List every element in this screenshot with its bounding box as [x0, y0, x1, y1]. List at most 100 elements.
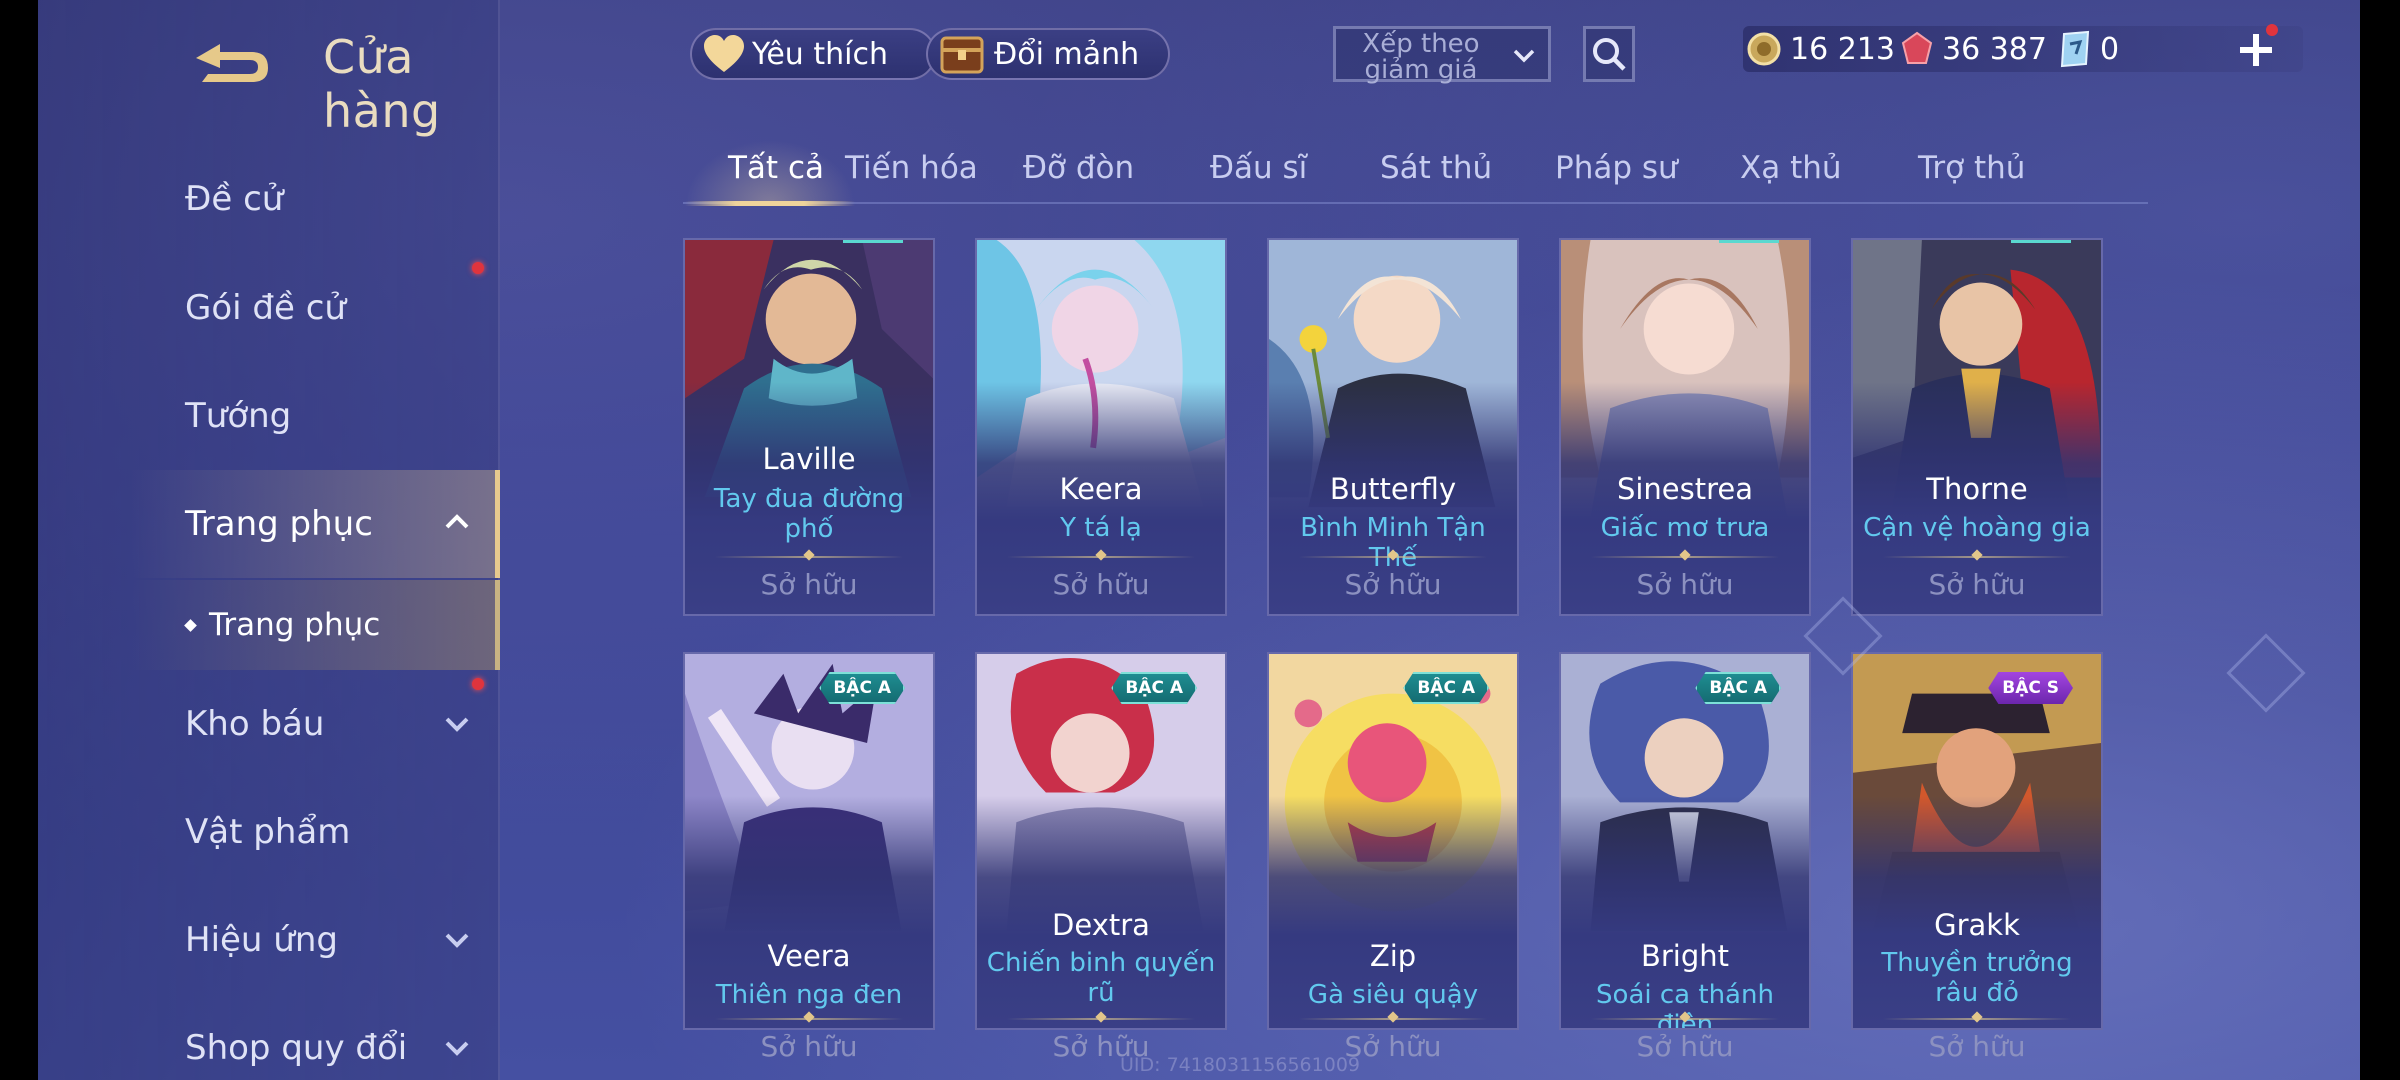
tab-evolution[interactable]: Tiến hóa [845, 150, 978, 186]
voucher-amount: 0 [2100, 31, 2120, 67]
owned-status: Sở hữu [1052, 568, 1150, 601]
tab-mage[interactable]: Pháp sư [1555, 150, 1678, 186]
hero-name: Bright [1640, 939, 1730, 973]
search-button[interactable] [1583, 26, 1635, 82]
skin-card[interactable]: Keera Y tá lạ Sở hữu [975, 238, 1227, 616]
hero-name: Sinestrea [1616, 472, 1754, 506]
skin-card[interactable]: Butterfly Bình Minh Tận Thế Sở hữu [1267, 238, 1519, 616]
skin-name: Thuyền trưởng râu đỏ [1881, 948, 2073, 1008]
hero-name: Grakk [1934, 908, 2020, 942]
tab-assassin[interactable]: Sát thủ [1380, 150, 1492, 186]
sidebar-item-treasure[interactable]: Kho báu [38, 672, 500, 776]
gold-currency: 16 213 [1746, 28, 1895, 70]
skin-card[interactable]: Sinestrea Giấc mơ trưa Sở hữu [1559, 238, 1811, 616]
rank-badge: BẬC A [1695, 672, 1781, 704]
owned-status: Sở hữu [1344, 568, 1442, 601]
sidebar-item-label: Vật phẩm [185, 812, 351, 852]
chevron-up-icon [445, 514, 469, 529]
hero-name: Thorne [1926, 472, 2028, 506]
card-divider [1883, 556, 2071, 558]
skin-name: Bình Minh Tận Thế [1300, 513, 1486, 573]
page-title: Cửa hàng [323, 30, 441, 138]
hero-name: Laville [762, 442, 856, 476]
active-tab-underline [685, 201, 855, 206]
sidebar-item-label: Trang phục [185, 504, 373, 544]
sort-dropdown[interactable]: Xếp theo giảm giá [1333, 26, 1551, 85]
sidebar-item-skins[interactable]: Trang phục [38, 470, 500, 578]
skin-name: Y tá lạ [1060, 513, 1142, 543]
screen-edge-left [0, 0, 38, 1080]
skin-name: Chiến binh quyến rũ [986, 948, 1216, 1008]
sidebar-subitem-label: Trang phục [209, 607, 381, 643]
hero-name: Zip [1369, 939, 1417, 973]
search-icon [1593, 38, 1626, 71]
exchange-shards-label: Đổi mảnh [994, 36, 1140, 72]
sidebar-item-label: Gói đề cử [185, 288, 346, 328]
user-id: UID: 7418031156561009 [1120, 1054, 1360, 1076]
skin-card[interactable]: Thorne Cận vệ hoàng gia Sở hữu [1851, 238, 2103, 616]
back-button[interactable] [188, 30, 278, 90]
skin-card[interactable]: Laville Tay đua đường phố Sở hữu [683, 238, 935, 616]
ruby-gem-icon [1901, 31, 1933, 64]
favorite-button[interactable]: Yêu thích [690, 28, 936, 80]
sidebar-item-label: Kho báu [185, 704, 325, 744]
sidebar-item-items[interactable]: Vật phẩm [38, 780, 500, 884]
sidebar-item-label: Shop quy đổi [185, 1028, 408, 1068]
owned-status: Sở hữu [1636, 568, 1734, 601]
sort-dropdown-label: Xếp theo giảm giá [1362, 29, 1480, 85]
sidebar-item-recommended[interactable]: Đề cử [38, 147, 500, 251]
card-divider [1299, 556, 1487, 558]
add-currency-button[interactable] [2236, 30, 2276, 70]
screen-edge-right [2360, 0, 2400, 1080]
back-arrow-icon [196, 44, 268, 82]
tab-support[interactable]: Trợ thủ [1918, 150, 2025, 186]
shop-screen: Cửa hàng Đề cử Gói đề cử Tướng Trang phụ… [38, 0, 2360, 1080]
notification-dot [2266, 24, 2278, 36]
tab-tank[interactable]: Đỡ đòn [1023, 150, 1134, 186]
sidebar-item-exchange-shop[interactable]: Shop quy đổi [38, 996, 500, 1080]
diamond-icon [184, 618, 197, 632]
skin-card[interactable]: BẬC A Veera Thiên nga đen [683, 652, 935, 1030]
skin-card[interactable]: BẬC S Grakk Thuyền trưởng râu đỏ [1851, 652, 2103, 1030]
owned-status: Sở hữu [760, 1030, 858, 1063]
category-tabs: Tất cả Tiến hóa Đỡ đòn Đấu sĩ Sát thủ Ph… [683, 140, 2148, 206]
voucher-currency: 0 [2058, 28, 2119, 70]
gold-coin-icon [1747, 32, 1781, 66]
card-divider [1591, 1018, 1779, 1020]
sidebar: Cửa hàng Đề cử Gói đề cử Tướng Trang phụ… [38, 0, 500, 1080]
tab-all[interactable]: Tất cả [728, 150, 824, 186]
card-topline [2011, 240, 2071, 243]
card-divider [715, 1018, 903, 1020]
skin-name: Tay đua đường phố [713, 484, 905, 544]
sidebar-item-label: Hiệu ứng [185, 920, 338, 960]
favorite-label: Yêu thích [752, 36, 888, 72]
card-divider [1007, 1018, 1195, 1020]
skin-card[interactable]: BẬC A Dextra Chiến binh quyến rũ [975, 652, 1227, 1030]
sidebar-item-effects[interactable]: Hiệu ứng [38, 888, 500, 992]
sidebar-item-bundles[interactable]: Gói đề cử [38, 256, 500, 360]
chevron-down-icon [445, 933, 469, 948]
ruby-amount: 36 387 [1942, 31, 2047, 67]
sidebar-item-heroes[interactable]: Tướng [38, 364, 500, 468]
exchange-shards-button[interactable]: Đổi mảnh [926, 28, 1170, 80]
hero-name: Veera [767, 939, 851, 973]
tab-marksman[interactable]: Xạ thủ [1740, 150, 1842, 186]
chevron-down-icon [445, 1041, 469, 1056]
skin-name: Cận vệ hoàng gia [1863, 513, 2091, 543]
rank-badge: BẬC S [1988, 672, 2073, 704]
skin-card[interactable]: BẬC A Bright Soái ca thánh điện [1559, 652, 1811, 1030]
card-divider [1299, 1018, 1487, 1020]
owned-status: Sở hữu [1636, 1030, 1734, 1063]
notification-dot [472, 262, 484, 274]
notification-dot [472, 678, 484, 690]
hero-name: Keera [1059, 472, 1143, 506]
card-divider [1007, 556, 1195, 558]
card-divider [715, 556, 903, 558]
card-divider [1591, 556, 1779, 558]
card-topline [843, 240, 903, 243]
hero-name: Butterfly [1329, 472, 1457, 506]
tab-fighter[interactable]: Đấu sĩ [1210, 150, 1307, 186]
sidebar-subitem-skins[interactable]: Trang phục [38, 580, 500, 670]
chevron-down-icon [1513, 49, 1535, 63]
skin-card[interactable]: BẬC A Zip Gà siêu quậy [1267, 652, 1519, 1030]
